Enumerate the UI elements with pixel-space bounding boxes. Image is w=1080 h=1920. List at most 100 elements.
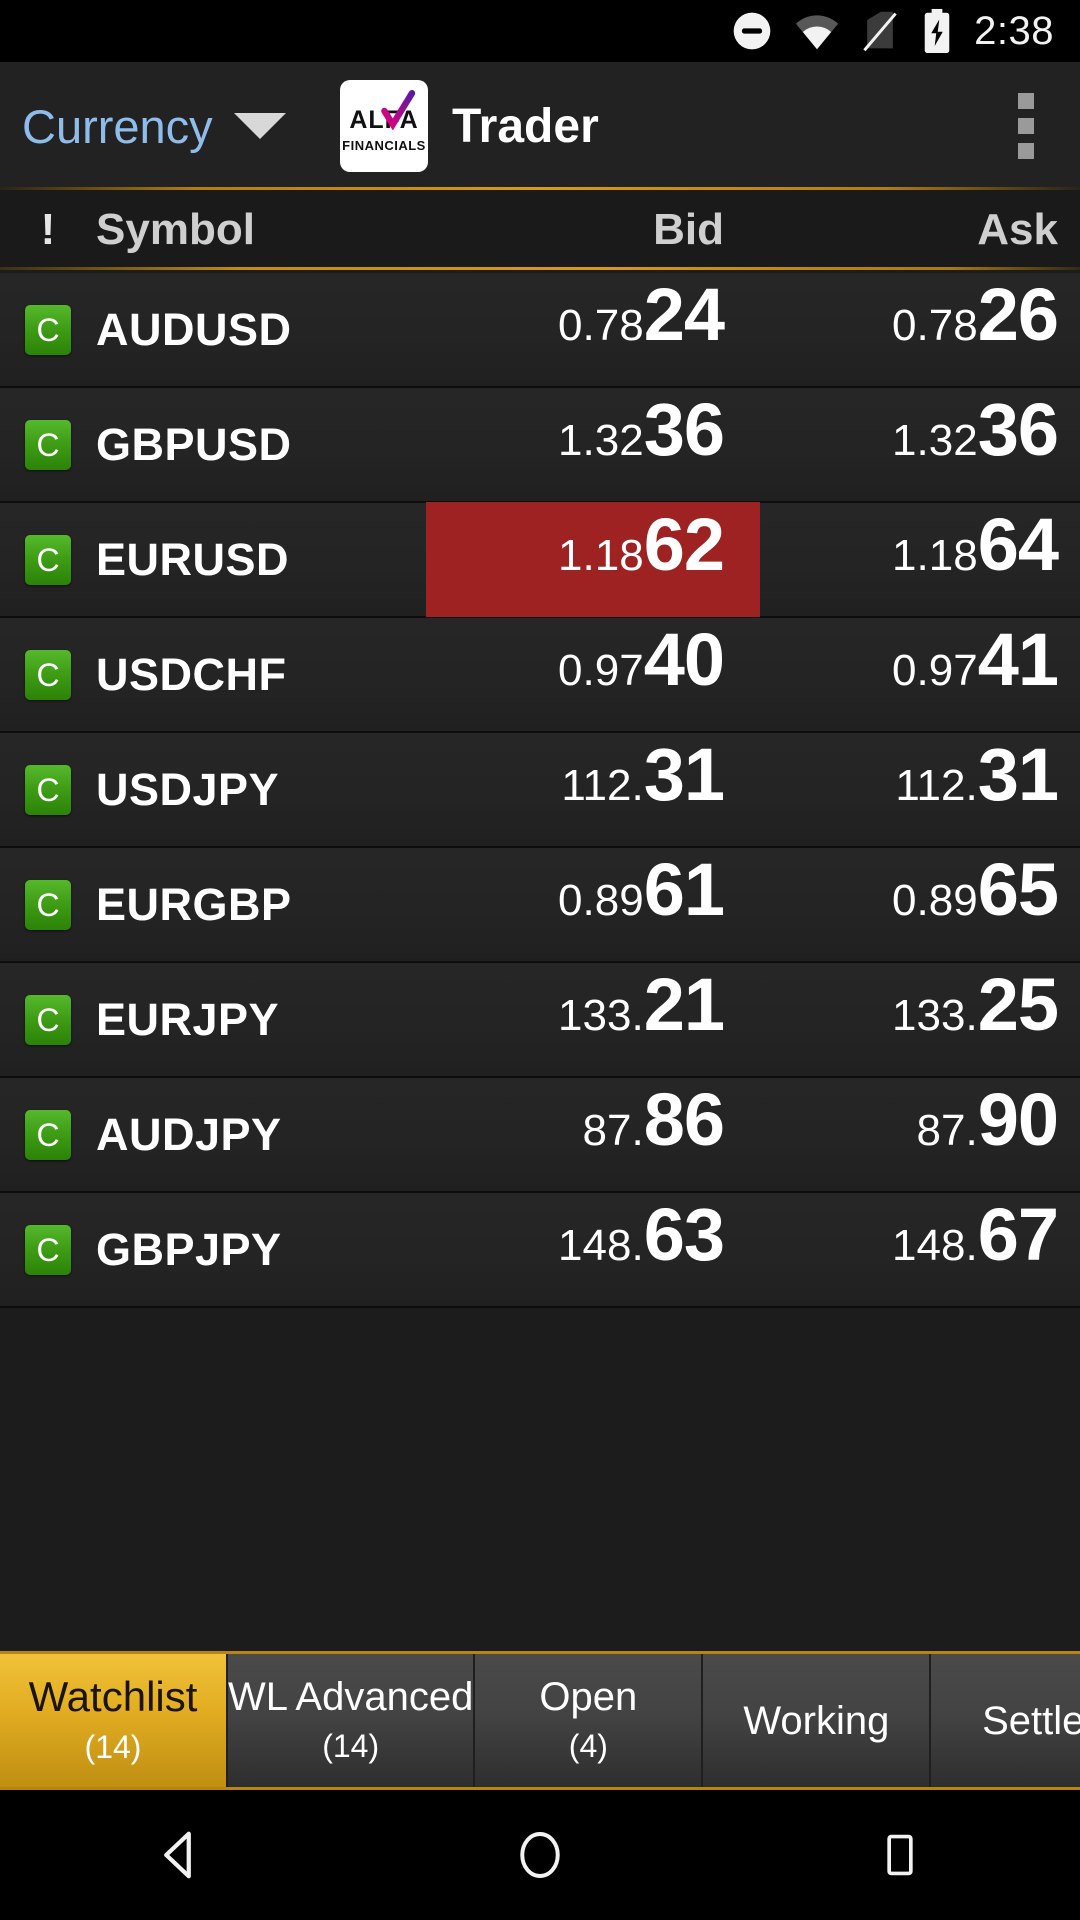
- overflow-dot: [1018, 143, 1034, 159]
- instrument-symbol: USDCHF: [96, 648, 287, 700]
- tab-settled[interactable]: Settled: [931, 1654, 1080, 1787]
- table-row[interactable]: C USDCHF 0.97 40 0.97 41: [0, 618, 1080, 733]
- ask-price-cell[interactable]: 133. 25: [760, 962, 1080, 1077]
- tab-label: Working: [743, 1698, 890, 1743]
- bottom-tab-bar: Watchlist (14) WL Advanced (14) Open (4) Worki…: [0, 1651, 1080, 1790]
- overflow-menu-icon[interactable]: [1010, 85, 1042, 167]
- alfa-financials-logo: ALFA FINANCIALS: [340, 80, 428, 172]
- bid-price-cell[interactable]: 0.97 40: [426, 617, 760, 732]
- instrument-symbol: AUDUSD: [96, 303, 292, 355]
- ask-price-pips: 25: [977, 963, 1059, 1046]
- column-header-alert[interactable]: !: [0, 205, 96, 255]
- ask-price-cell[interactable]: 0.89 65: [760, 847, 1080, 962]
- currency-category-icon: C: [25, 534, 71, 585]
- table-row[interactable]: C EURJPY 133. 21 133. 25: [0, 963, 1080, 1078]
- tab-count: (4): [568, 1728, 608, 1764]
- bid-price-cell[interactable]: 1.32 36: [426, 387, 760, 502]
- column-header-symbol[interactable]: Symbol: [96, 205, 426, 255]
- ask-price-pips: 64: [977, 503, 1059, 586]
- ask-price-cell[interactable]: 1.18 64: [760, 502, 1080, 617]
- table-row[interactable]: C EURGBP 0.89 61 0.89 65: [0, 848, 1080, 963]
- tab-label: Watchlist: [28, 1672, 198, 1720]
- bid-price-pips: 62: [643, 503, 725, 586]
- battery-charging-icon: [920, 8, 954, 54]
- bid-price-pips: 63: [643, 1193, 725, 1276]
- bid-price-cell[interactable]: 133. 21: [426, 962, 760, 1077]
- bid-price-cell[interactable]: 87. 86: [426, 1077, 760, 1192]
- bid-price-pips: 61: [643, 848, 725, 931]
- bid-price-cell[interactable]: 1.18 62: [426, 502, 760, 617]
- currency-category-icon: C: [25, 1109, 71, 1160]
- bid-price-major: 133.: [558, 991, 644, 1040]
- instrument-type-badge: C: [0, 419, 96, 470]
- currency-category-icon: C: [25, 879, 71, 930]
- tab-wl-advanced[interactable]: WL Advanced (14): [228, 1654, 476, 1787]
- instrument-type-badge: C: [0, 304, 96, 355]
- bid-price-cell[interactable]: 148. 63: [426, 1192, 760, 1307]
- no-sim-icon: [860, 9, 900, 53]
- tab-watchlist[interactable]: Watchlist (14): [0, 1654, 228, 1787]
- tab-label: Settled: [982, 1698, 1080, 1743]
- back-icon[interactable]: [80, 1790, 280, 1920]
- tab-open[interactable]: Open (4): [475, 1654, 704, 1787]
- table-row[interactable]: C AUDUSD 0.78 24 0.78 26: [0, 273, 1080, 388]
- instrument-symbol: GBPJPY: [96, 1223, 282, 1275]
- chevron-down-icon: [234, 113, 286, 139]
- table-row[interactable]: C USDJPY 112. 31 112. 31: [0, 733, 1080, 848]
- table-row[interactable]: C EURUSD 1.18 62 1.18 64: [0, 502, 1080, 618]
- watchlist-table: C AUDUSD 0.78 24 0.78 26 C GBPUSD 1.32 36 1.32 36 C E…: [0, 273, 1080, 1346]
- ask-price-major: 0.78: [892, 301, 978, 350]
- bid-price-cell[interactable]: 0.78 24: [426, 272, 760, 387]
- home-icon[interactable]: [440, 1790, 640, 1920]
- currency-category-icon: C: [25, 649, 71, 700]
- instrument-type-badge: C: [0, 1224, 96, 1275]
- ask-price-major: 112.: [895, 761, 978, 810]
- ask-price-cell[interactable]: 0.78 26: [760, 272, 1080, 387]
- instrument-type-badge: C: [0, 1109, 96, 1160]
- ask-price-cell[interactable]: 112. 31: [760, 732, 1080, 847]
- table-row[interactable]: C AUDJPY 87. 86 87. 90: [0, 1078, 1080, 1193]
- android-navigation-bar: [0, 1790, 1080, 1920]
- currency-category-icon: C: [25, 1224, 71, 1275]
- ask-price-major: 0.89: [892, 876, 978, 925]
- bid-price-cell[interactable]: 0.89 61: [426, 847, 760, 962]
- bid-price-major: 0.78: [558, 301, 644, 350]
- currency-category-icon: C: [25, 994, 71, 1045]
- ask-price-cell[interactable]: 148. 67: [760, 1192, 1080, 1307]
- ask-price-major: 133.: [892, 991, 978, 1040]
- app-bar: Currency ALFA FINANCIALS Trader: [0, 62, 1080, 190]
- status-bar: 2:38: [0, 0, 1080, 62]
- ask-price-cell[interactable]: 1.32 36: [760, 387, 1080, 502]
- ask-price-major: 0.97: [892, 646, 978, 695]
- table-row[interactable]: C GBPJPY 148. 63 148. 67: [0, 1193, 1080, 1308]
- instrument-symbol: EURJPY: [96, 993, 280, 1045]
- app-screen: 2:38 Currency ALFA FINANCIALS Trader ! S…: [0, 0, 1080, 1920]
- bid-price-major: 0.89: [558, 876, 644, 925]
- table-row[interactable]: C GBPUSD 1.32 36 1.32 36: [0, 388, 1080, 503]
- bid-price-major: 112.: [561, 761, 644, 810]
- bid-price-cell[interactable]: 112. 31: [426, 732, 760, 847]
- ask-price-cell[interactable]: 0.97 41: [760, 617, 1080, 732]
- brand-block: ALFA FINANCIALS Trader: [340, 80, 599, 172]
- tab-label: Open: [539, 1675, 638, 1719]
- ask-price-major: 148.: [892, 1221, 978, 1270]
- ask-price-cell[interactable]: 87. 90: [760, 1077, 1080, 1192]
- bid-price-pips: 86: [643, 1078, 725, 1161]
- currency-dropdown[interactable]: Currency: [0, 62, 340, 190]
- bid-price-pips: 24: [643, 273, 725, 356]
- column-header-bid[interactable]: Bid: [426, 205, 760, 255]
- instrument-type-badge: C: [0, 534, 96, 585]
- bid-price-pips: 40: [643, 618, 725, 701]
- ask-price-pips: 31: [977, 733, 1059, 816]
- instrument-symbol: GBPUSD: [96, 418, 292, 470]
- currency-category-icon: C: [25, 764, 71, 815]
- currency-category-icon: C: [25, 419, 71, 470]
- column-header-ask[interactable]: Ask: [760, 205, 1080, 255]
- bid-price-major: 1.18: [558, 531, 644, 580]
- status-bar-clock: 2:38: [974, 8, 1054, 53]
- recents-icon[interactable]: [800, 1790, 1000, 1920]
- ask-price-major: 1.18: [892, 531, 978, 580]
- instrument-type-badge: C: [0, 994, 96, 1045]
- tab-working[interactable]: Working: [703, 1654, 932, 1787]
- ask-price-pips: 36: [977, 388, 1059, 471]
